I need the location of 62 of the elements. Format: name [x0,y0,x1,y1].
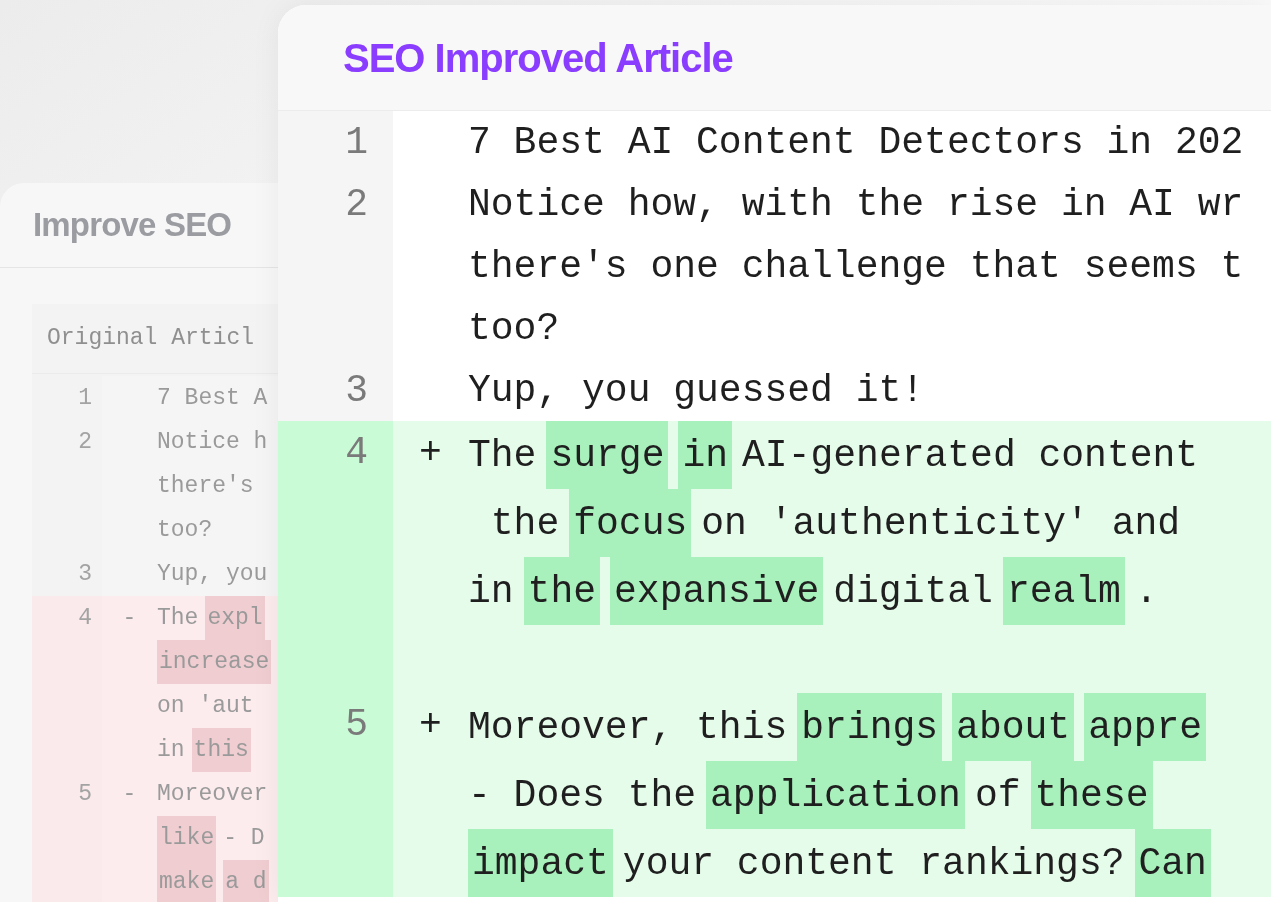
diff-text: there's one challenge that seems t [468,243,1244,290]
diff-text: 7 Best A [157,383,268,413]
highlighted-word: increase [157,640,272,684]
highlighted-word: application [706,761,965,829]
diff-text: - Does the [468,772,697,819]
diff-text: too? [157,515,213,545]
diff-text: your content rankings? [622,840,1125,887]
diff-text: AI-generated content [742,432,1199,479]
line-number: 4 [344,429,368,476]
diff-sign: + [419,429,442,476]
diff-text: on 'authenticity' and [701,500,1181,547]
diff-sign: + [419,701,442,748]
diff-text: there's [157,471,254,501]
diff-text: digital [833,568,993,615]
diff-text: Moreover [157,779,268,809]
line-number: 3 [344,367,368,414]
diff-text: Notice h [157,427,268,457]
highlighted-word: brings [797,693,943,761]
card-title: Improve SEO [33,205,232,246]
line-number: 2 [344,181,368,228]
diff-sign: - [122,603,137,633]
diff-text: Notice how, with the rise in AI wr [468,181,1244,228]
highlighted-word: in [678,421,733,489]
diff-text: - D [223,823,265,853]
diff-text: The [157,603,199,633]
highlighted-word: realm [1002,557,1125,625]
line-number: 4 [77,603,92,633]
diff-text: Yup, you [157,559,268,589]
highlighted-word: expansive [610,557,824,625]
diff-text: on 'aut [157,691,254,721]
line-number: 2 [77,427,92,457]
diff-text: the [489,500,560,547]
diff-text: The [468,432,537,479]
line-number: 3 [77,559,92,589]
diff-text: Moreover, this [468,704,788,751]
diff-text: in [468,568,514,615]
card-title: SEO Improved Article [343,34,733,82]
highlighted-word: surge [546,421,669,489]
line-number: 5 [77,779,92,809]
diff-sign: - [122,779,137,809]
highlighted-word: the [523,557,601,625]
highlighted-word: this [191,728,251,772]
highlighted-word: a d [223,860,269,902]
highlighted-word: focus [569,489,692,557]
line-number: 1 [344,119,368,166]
diff-text: of [974,772,1021,819]
highlighted-word: make [157,860,217,902]
diff-text: 7 Best AI Content Detectors in 202 [468,119,1244,166]
diff-text: in [157,735,185,765]
diff-text: too? [468,305,560,352]
highlighted-word: expl [205,596,265,640]
highlighted-word: appre [1084,693,1207,761]
highlighted-word: these [1030,761,1153,829]
line-number: 1 [77,383,92,413]
highlighted-word: impact [468,829,613,897]
highlighted-word: like [157,816,217,860]
panel-heading: Original Articl [47,324,255,354]
line-number: 5 [344,701,368,748]
diff-text: Yup, you guessed it! [468,367,925,414]
diff-text: . [1134,568,1158,615]
highlighted-word: Can [1134,829,1211,897]
highlighted-word: about [952,693,1075,761]
